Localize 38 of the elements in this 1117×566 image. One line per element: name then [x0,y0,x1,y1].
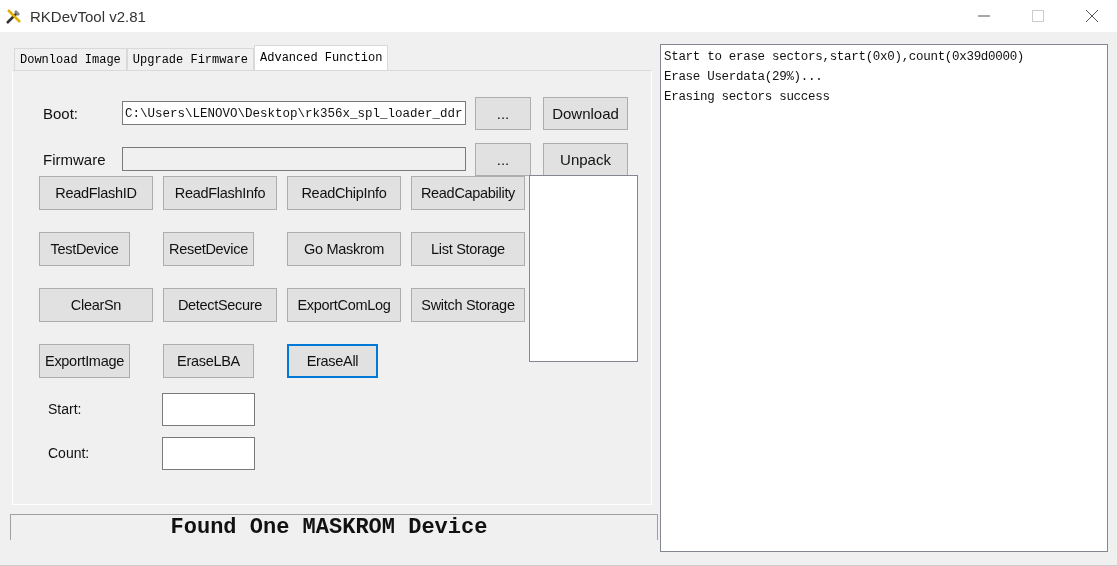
log-line: Start to erase sectors,start(0x0),count(0x39d0000) [664,49,1026,66]
log-line: Erase Userdata(29%)... [664,69,824,86]
field-label: Start: [47,401,83,417]
function-button[interactable]: ReadFlashInfo [163,176,277,210]
function-button[interactable]: Switch Storage [411,288,525,322]
download-button[interactable]: Download [543,96,628,130]
window-title: RKDevTool v2.81 [30,7,147,25]
boot-path-field[interactable]: C:\Users\LENOVO\Desktop\rk356x_spl_loader_ddr [122,101,466,125]
function-button[interactable]: ReadCapability [411,176,525,210]
function-button[interactable]: ClearSn [39,288,153,322]
field-label: Boot: [43,104,80,122]
function-button[interactable]: List Storage [411,232,525,266]
function-button[interactable]: EraseLBA [163,344,254,378]
tab[interactable]: Advanced Function [254,45,389,70]
function-button[interactable]: TestDevice [39,232,130,266]
function-button[interactable]: ReadFlashID [39,176,153,210]
tab[interactable]: Download Image [14,48,127,70]
start-field[interactable] [162,392,255,426]
tab[interactable]: Upgrade Firmware [126,48,255,70]
function-button[interactable]: Go Maskrom [287,232,401,266]
close-icon[interactable] [1085,9,1099,23]
field-label: Count: [47,445,91,461]
function-button[interactable]: ResetDevice [163,232,254,266]
browse-button[interactable]: ... [475,142,531,176]
status-text: Found One MASKROM Device [170,515,488,540]
browse-button[interactable]: ... [475,96,531,130]
function-button[interactable]: DetectSecure [163,288,277,322]
field-label: Firmware [43,150,107,168]
list-box[interactable] [529,175,638,362]
function-button[interactable]: ExportImage [39,344,130,378]
function-button[interactable]: ReadChipInfo [287,176,401,210]
firmware-path-field[interactable] [122,147,466,171]
count-field[interactable] [162,436,255,470]
log-line: Erasing sectors success [664,89,831,106]
unpack-button[interactable]: Unpack [543,142,628,176]
tools-icon [5,7,23,25]
function-button[interactable]: EraseAll [287,344,378,378]
function-button[interactable]: ExportComLog [287,288,401,322]
